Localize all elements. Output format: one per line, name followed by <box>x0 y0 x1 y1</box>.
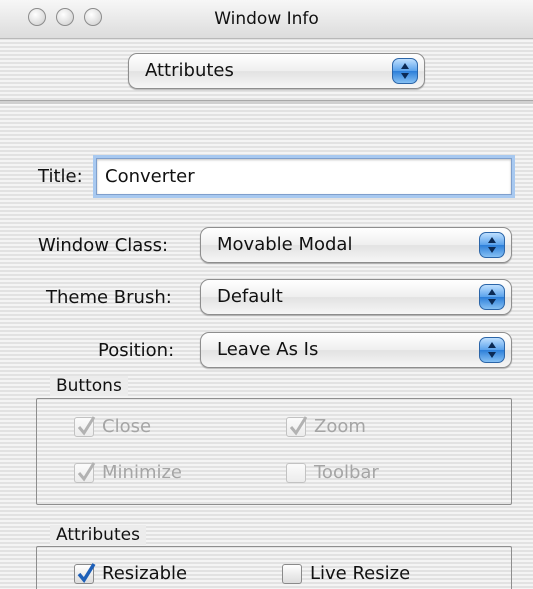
title-bar[interactable]: Window Info <box>0 0 533 39</box>
window-class-popup[interactable]: Movable Modal <box>200 227 512 263</box>
live-resize-checkbox[interactable]: Live Resize <box>282 563 410 584</box>
checkbox-box <box>282 563 302 584</box>
position-label: Position: <box>98 340 175 361</box>
popup-arrows-icon <box>479 337 505 363</box>
window-class-label: Window Class: <box>38 235 169 256</box>
popup-arrows-icon <box>392 58 418 84</box>
checkbox-box <box>74 415 96 437</box>
popup-arrows-icon <box>479 232 505 258</box>
title-field[interactable] <box>96 158 512 195</box>
zoom-checkbox-label: Zoom <box>314 416 366 437</box>
live-resize-checkbox-label: Live Resize <box>310 563 411 584</box>
checkbox-box <box>286 415 308 437</box>
zoom-checkbox[interactable]: Zoom <box>286 415 366 437</box>
window-class-value: Movable Modal <box>217 234 353 255</box>
window-info-panel: Window Info Attributes Title: Window Cla… <box>0 0 533 589</box>
theme-brush-label: Theme Brush: <box>46 287 172 308</box>
position-popup[interactable]: Leave As Is <box>200 332 512 368</box>
attributes-group-title: Attributes <box>50 525 146 545</box>
theme-brush-value: Default <box>217 286 283 307</box>
minimize-checkbox-label: Minimize <box>102 462 182 483</box>
toolbar-checkbox[interactable]: Toolbar <box>286 462 379 483</box>
resizable-checkbox[interactable]: Resizable <box>74 562 188 584</box>
panel-selector-popup[interactable]: Attributes <box>128 53 425 89</box>
checkbox-box <box>74 562 96 584</box>
resizable-checkbox-label: Resizable <box>102 563 188 584</box>
window-title: Window Info <box>214 9 319 29</box>
toolbar-checkbox-label: Toolbar <box>314 462 379 483</box>
buttons-group-box <box>36 398 512 505</box>
minimize-checkbox[interactable]: Minimize <box>74 461 182 483</box>
checkbox-box <box>74 461 96 483</box>
position-value: Leave As Is <box>217 339 319 360</box>
theme-brush-popup[interactable]: Default <box>200 279 512 315</box>
popup-arrows-icon <box>479 284 505 310</box>
panel-selector-value: Attributes <box>145 60 234 81</box>
panel-selector-area: Attributes <box>0 39 533 100</box>
close-checkbox-label: Close <box>102 416 152 437</box>
close-checkbox[interactable]: Close <box>74 415 152 437</box>
title-label: Title: <box>38 166 83 187</box>
buttons-group-title: Buttons <box>50 376 128 396</box>
title-input[interactable] <box>97 159 511 194</box>
checkbox-box <box>286 462 306 483</box>
header-divider <box>0 100 533 105</box>
